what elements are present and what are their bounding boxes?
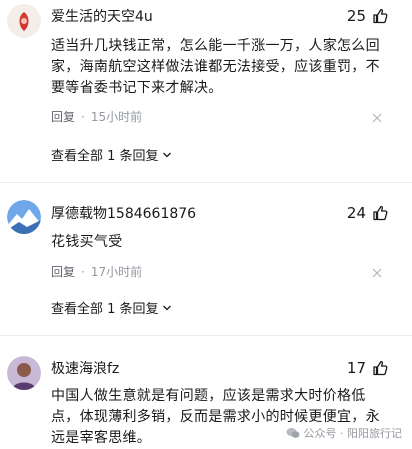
chevron-down-icon — [162, 152, 171, 157]
thumbs-up-icon — [373, 8, 388, 24]
view-replies-label: 查看全部 1 条回复 — [51, 302, 159, 317]
avatar[interactable] — [7, 4, 41, 38]
like-button[interactable]: 17 — [347, 359, 388, 377]
like-count: 17 — [346, 359, 366, 377]
thumbs-up-icon — [373, 360, 388, 376]
wechat-icon — [286, 428, 299, 438]
separator-dot: · — [81, 264, 85, 279]
like-count: 24 — [346, 204, 366, 222]
username[interactable]: 厚德载物1584661876 — [51, 204, 196, 224]
comment-text: 花钱买气受 — [51, 234, 123, 250]
view-replies-link[interactable]: 查看全部 1 条回复 — [51, 145, 172, 164]
view-replies-link[interactable]: 查看全部 1 条回复 — [51, 298, 172, 317]
timestamp: 17小时前 — [90, 265, 143, 279]
chevron-down-icon — [162, 305, 171, 310]
username[interactable]: 极速海浪fz — [51, 359, 119, 379]
separator-dot: · — [81, 109, 85, 124]
view-replies-label: 查看全部 1 条回复 — [51, 149, 159, 164]
reply-button[interactable]: 回复 — [51, 108, 75, 125]
watermark-text: 公众号 · 阳阳旅行记 — [303, 427, 403, 440]
comment-text: 适当升几块钱正常，怎么能一千涨一万，人家怎么回家，海南航空这样做法谁都无法接受，… — [51, 38, 380, 96]
timestamp: 15小时前 — [90, 110, 143, 124]
comment-meta: 回复 · 17小时前 — [51, 263, 142, 280]
thumbs-up-icon — [373, 205, 388, 221]
divider — [0, 335, 412, 336]
username[interactable]: 爱生活的天空4u — [51, 7, 153, 27]
divider — [0, 182, 412, 183]
avatar[interactable] — [7, 356, 41, 390]
close-icon[interactable] — [372, 113, 382, 123]
watermark: 公众号 · 阳阳旅行记 — [285, 425, 403, 441]
like-button[interactable]: 25 — [347, 7, 388, 25]
avatar[interactable] — [7, 200, 41, 234]
like-count: 25 — [346, 7, 366, 25]
close-icon[interactable] — [372, 268, 382, 278]
like-button[interactable]: 24 — [347, 204, 388, 222]
reply-button[interactable]: 回复 — [51, 263, 75, 280]
comment-meta: 回复 · 15小时前 — [51, 108, 142, 125]
